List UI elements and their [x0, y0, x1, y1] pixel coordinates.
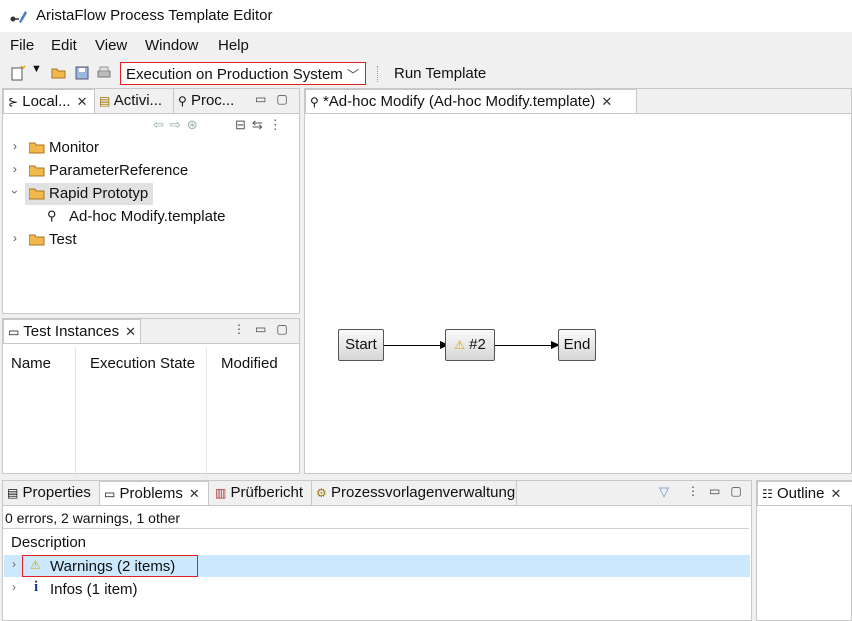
bottom-tabs: ▤ Properties ▭ Problems ✕ ▥ Prüfbericht ⚙…	[3, 481, 751, 506]
close-icon[interactable]: ✕	[830, 486, 841, 501]
filter-icon[interactable]: ▽	[659, 484, 669, 500]
collapse-link-icons[interactable]: ⊟⇆⋮	[235, 117, 288, 133]
tab-test-instances[interactable]: ▭ Test Instances ✕	[3, 319, 141, 343]
menu-help[interactable]: Help	[218, 37, 249, 54]
outline-tabs: ☷ Outline ✕	[757, 481, 852, 506]
execution-target-select[interactable]: Execution on Production System ﹀	[120, 62, 366, 85]
minimize-maximize-icons[interactable]: ▭▢	[255, 92, 298, 106]
process-icon: ⚲	[178, 94, 187, 108]
menu-minimize-maximize-icons[interactable]: ⋮▭▢	[687, 484, 752, 498]
editor-tabs: ⚲ *Ad-hoc Modify (Ad-hoc Modify.template…	[305, 89, 851, 114]
new-dropdown-icon[interactable]: ▼	[31, 63, 47, 79]
tree-item-monitor[interactable]: › Monitor	[3, 137, 299, 159]
edge	[384, 345, 441, 346]
new-file-icon[interactable]	[10, 65, 26, 81]
report-icon: ▥	[215, 486, 227, 500]
tab-pruefbericht[interactable]: ▥ Prüfbericht	[211, 481, 309, 505]
menu-view[interactable]: View	[95, 37, 127, 54]
tree-item-rapid-prototyp[interactable]: › Rapid Prototyp	[3, 183, 299, 205]
gear-icon: ⚙	[316, 486, 327, 500]
activity-icon: ▤	[99, 94, 111, 108]
properties-icon: ▤	[7, 486, 19, 500]
tab-prozessvorlagenverwaltung[interactable]: ⚙ Prozessvorlagenverwaltung	[311, 481, 517, 505]
menu-edit[interactable]: Edit	[51, 37, 77, 54]
test-instances-panel: ▭ Test Instances ✕ ⋮▭▢ Name Execution Sta…	[2, 318, 300, 495]
run-template-button[interactable]: Run Template	[394, 65, 486, 82]
node-start[interactable]: Start	[338, 329, 384, 361]
divider	[3, 528, 749, 529]
execution-target-value: Execution on Production System	[126, 66, 343, 83]
chevron-right-icon[interactable]: ›	[13, 139, 17, 153]
folder-icon	[29, 165, 45, 177]
problems-panel: ▤ Properties ▭ Problems ✕ ▥ Prüfbericht ⚙…	[2, 480, 752, 621]
close-icon[interactable]: ✕	[77, 94, 88, 109]
chevron-right-icon[interactable]: ›	[12, 557, 16, 571]
nav-arrows[interactable]: ⇦⇨⊛	[153, 117, 204, 133]
problems-summary: 0 errors, 2 warnings, 1 other	[5, 510, 181, 526]
chevron-right-icon[interactable]: ›	[13, 162, 17, 176]
column-divider	[206, 347, 207, 495]
close-icon[interactable]: ✕	[125, 324, 136, 339]
tab-properties[interactable]: ▤ Properties	[3, 481, 97, 505]
chevron-down-icon: ﹀	[346, 68, 359, 82]
column-description[interactable]: Description	[11, 534, 86, 551]
menu-window[interactable]: Window	[145, 37, 198, 54]
tree-item-test[interactable]: › Test	[3, 229, 299, 251]
outline-icon: ☷	[762, 487, 773, 501]
problem-row-warnings[interactable]: › ⚠ Warnings (2 items)	[4, 555, 750, 577]
tab-outline[interactable]: ☷ Outline ✕	[757, 481, 852, 505]
open-folder-icon[interactable]	[51, 65, 67, 81]
chevron-down-icon[interactable]: ›	[8, 190, 22, 194]
column-name[interactable]: Name	[11, 355, 51, 372]
warning-icon: ⚠	[30, 558, 41, 572]
save-icon[interactable]	[74, 65, 90, 81]
process-icon: ⚲	[310, 95, 319, 109]
warning-icon: ⚠	[454, 338, 465, 352]
toolbar-separator	[377, 66, 380, 82]
app-icon	[10, 11, 27, 23]
tab-ad-hoc-modify[interactable]: ⚲ *Ad-hoc Modify (Ad-hoc Modify.template…	[305, 89, 637, 113]
menu-file[interactable]: File	[10, 37, 34, 54]
folder-open-icon	[29, 188, 45, 200]
editor-panel: ⚲ *Ad-hoc Modify (Ad-hoc Modify.template…	[304, 88, 852, 474]
edge	[495, 345, 553, 346]
tab-activities[interactable]: ▤ Activi...	[99, 89, 171, 113]
tab-local[interactable]: ⊱ Local... ✕	[3, 89, 95, 113]
tab-processes[interactable]: ⚲ Proc...	[173, 89, 245, 113]
info-icon: i	[34, 579, 39, 595]
folder-icon	[29, 142, 45, 154]
menu-minimize-maximize-icons[interactable]: ⋮▭▢	[233, 322, 298, 336]
tab-problems[interactable]: ▭ Problems ✕	[99, 481, 209, 505]
chevron-right-icon[interactable]: ›	[12, 580, 16, 594]
chevron-right-icon[interactable]: ›	[13, 231, 17, 245]
column-execution-state[interactable]: Execution State	[90, 355, 195, 372]
outline-panel: ☷ Outline ✕	[756, 480, 852, 621]
view-icon: ▭	[8, 325, 20, 339]
tree-item-parameterreference[interactable]: › ParameterReference	[3, 160, 299, 182]
template-icon: ⚲	[47, 208, 57, 223]
column-divider	[75, 347, 76, 495]
menu-bar: File Edit View Window Help	[0, 34, 852, 58]
node-activity-2[interactable]: ⚠ #2	[445, 329, 495, 361]
print-icon[interactable]	[96, 65, 112, 81]
column-modified[interactable]: Modified	[221, 355, 278, 372]
test-instances-tabs: ▭ Test Instances ✕ ⋮▭▢	[3, 319, 299, 344]
title-bar: AristaFlow Process Template Editor	[0, 0, 852, 32]
window-title: AristaFlow Process Template Editor	[36, 7, 273, 24]
close-icon[interactable]: ✕	[189, 486, 200, 501]
problem-row-infos[interactable]: › i Infos (1 item)	[4, 578, 750, 600]
problems-icon: ▭	[104, 487, 116, 501]
node-end[interactable]: End	[558, 329, 596, 361]
tree-item-ad-hoc-modify-template[interactable]: ⚲ Ad-hoc Modify.template	[3, 206, 299, 228]
close-icon[interactable]: ✕	[601, 94, 612, 109]
folder-icon	[29, 234, 45, 246]
navigator-panel: ⊱ Local... ✕ ▤ Activi... ⚲ Proc... ▭▢ ⇦⇨⊛…	[2, 88, 300, 314]
navigator-tabs: ⊱ Local... ✕ ▤ Activi... ⚲ Proc... ▭▢	[3, 89, 299, 114]
tree-icon: ⊱	[8, 95, 19, 109]
